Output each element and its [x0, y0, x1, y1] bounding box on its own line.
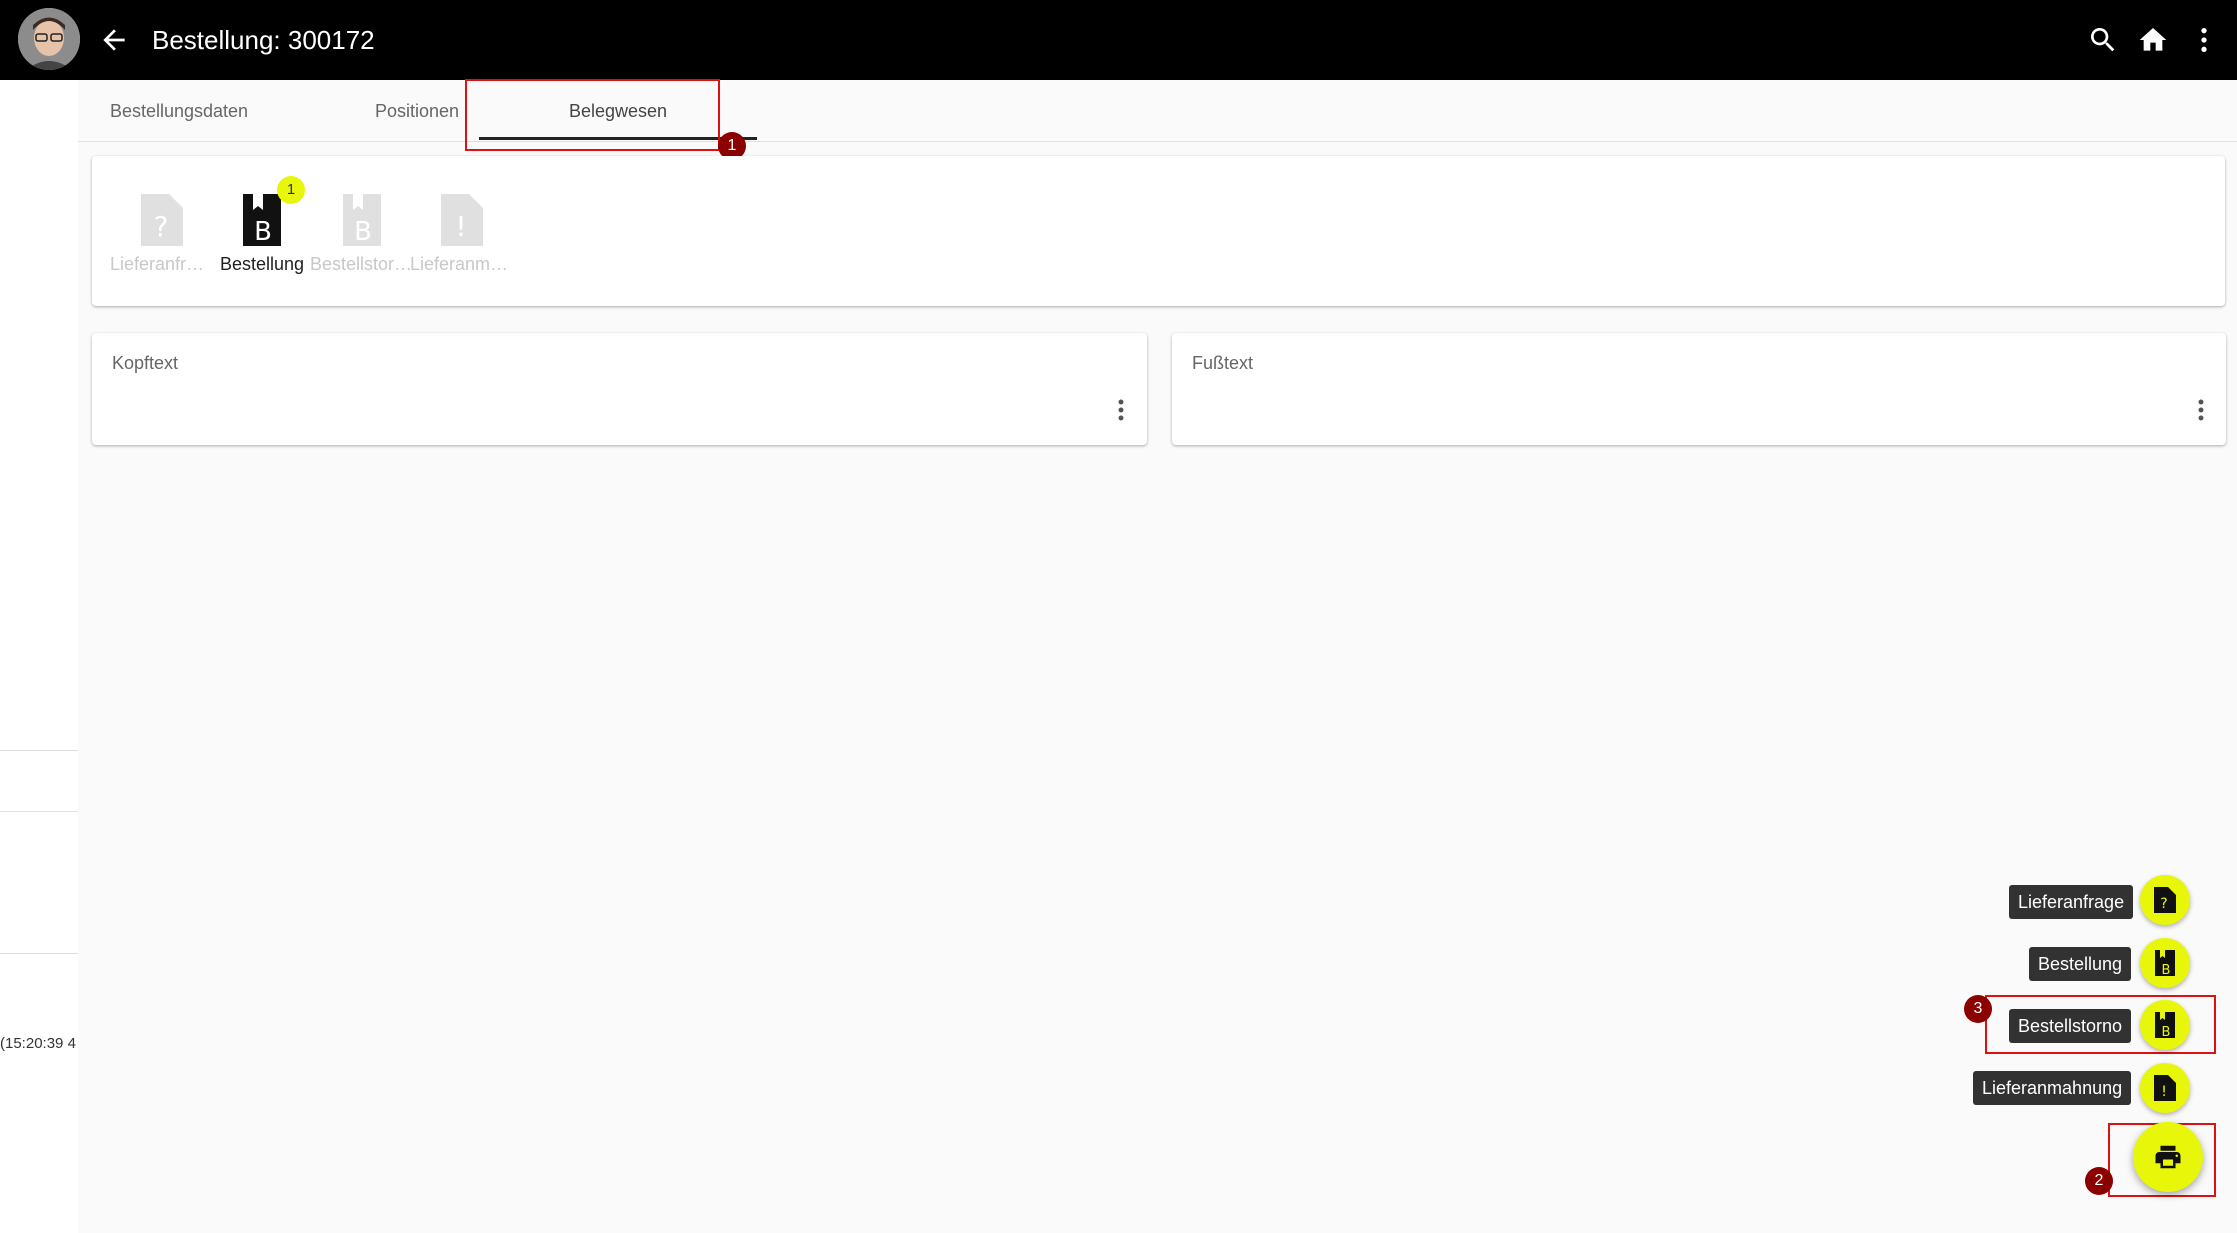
doc-bestellung-icon: B	[243, 194, 281, 247]
tab-bar: Bestellungsdaten Positionen Belegwesen	[78, 80, 2237, 142]
home-icon[interactable]	[2137, 24, 2169, 56]
svg-text:?: ?	[2160, 896, 2167, 912]
kopftext-card: Kopftext	[92, 333, 1147, 445]
doc-lieferanfrage-icon: ?	[141, 194, 183, 246]
divider	[0, 750, 78, 751]
doc-lieferanmahnung[interactable]: ! Lieferanmahnung	[410, 192, 514, 275]
doc-lieferanfrage-label: Lieferanfrage	[110, 254, 214, 274]
doc-lieferanmahnung-label: Lieferanmahnung	[410, 254, 514, 274]
page-title: Bestellung: 300172	[152, 25, 375, 55]
print-fab-button[interactable]	[2133, 1122, 2203, 1192]
svg-text:B: B	[2162, 963, 2171, 977]
speed-dial-bestellstorno-button[interactable]: B	[2140, 1000, 2190, 1050]
svg-text:B: B	[354, 217, 372, 247]
doc-bestellung[interactable]: B Bestellung	[210, 192, 314, 275]
speed-dial-lieferanfrage-button[interactable]: ?	[2140, 875, 2190, 925]
annotation-badge-2: 2	[2085, 1167, 2113, 1195]
user-avatar[interactable]	[18, 8, 80, 70]
back-arrow-icon[interactable]	[98, 24, 130, 56]
search-icon[interactable]	[2087, 24, 2119, 56]
speed-dial-label-bestellstorno[interactable]: Bestellstorno	[2009, 1009, 2132, 1043]
left-side-panel: 4 15:20:39)	[0, 80, 78, 1233]
document-types-card: ? Lieferanfrage B Bestellung B Bestellst…	[92, 156, 2225, 306]
kopftext-label: Kopftext	[112, 353, 179, 373]
divider	[0, 811, 78, 812]
top-app-bar: Bestellung: 300172	[0, 0, 2237, 80]
doc-bestellung-label: Bestellung	[219, 254, 305, 274]
doc-bestellstorno-icon: B	[343, 194, 381, 247]
doc-lieferanfrage[interactable]: ? Lieferanfrage	[110, 192, 214, 275]
svg-text:?: ?	[154, 210, 169, 243]
tab-bestellungsdaten[interactable]: Bestellungsdaten	[78, 80, 280, 142]
divider	[0, 953, 78, 954]
svg-text:B: B	[254, 217, 272, 247]
svg-text:!: !	[455, 210, 466, 243]
lieferanmahnung-doc-icon: !	[2154, 1075, 2176, 1101]
svg-text:B: B	[2162, 1025, 2171, 1039]
fusstext-label: Fußtext	[1192, 353, 1254, 373]
kopftext-more-icon[interactable]	[1116, 397, 1126, 425]
doc-bestellstorno-label: Bestellstorno	[310, 254, 414, 274]
speed-dial-label-lieferanfrage[interactable]: Lieferanfrage	[2009, 885, 2134, 919]
speed-dial-label-lieferanmahnung[interactable]: Lieferanmahnung	[1973, 1071, 2132, 1105]
annotation-badge-3: 3	[1964, 995, 1992, 1023]
speed-dial-bestellung-button[interactable]: B	[2140, 938, 2190, 988]
bestellung-count-badge: 1	[277, 176, 305, 204]
bestellung-doc-icon: B	[2155, 950, 2175, 977]
lieferanfrage-doc-icon: ?	[2154, 887, 2176, 913]
fusstext-card: Fußtext	[1172, 333, 2226, 445]
annotation-box-1	[465, 79, 720, 151]
svg-text:!: !	[2161, 1084, 2167, 1100]
speed-dial-label-bestellung[interactable]: Bestellung	[2029, 947, 2132, 981]
doc-lieferanmahnung-icon: !	[441, 194, 483, 246]
bestellstorno-doc-icon: B	[2155, 1012, 2175, 1039]
fusstext-more-icon[interactable]	[2196, 397, 2206, 425]
doc-bestellstorno[interactable]: B Bestellstorno	[310, 192, 414, 275]
print-icon	[2155, 1145, 2181, 1169]
timestamp-fragment: 4 15:20:39)	[0, 1035, 76, 1052]
more-vert-icon[interactable]	[2188, 24, 2220, 56]
speed-dial-lieferanmahnung-button[interactable]: !	[2140, 1063, 2190, 1113]
